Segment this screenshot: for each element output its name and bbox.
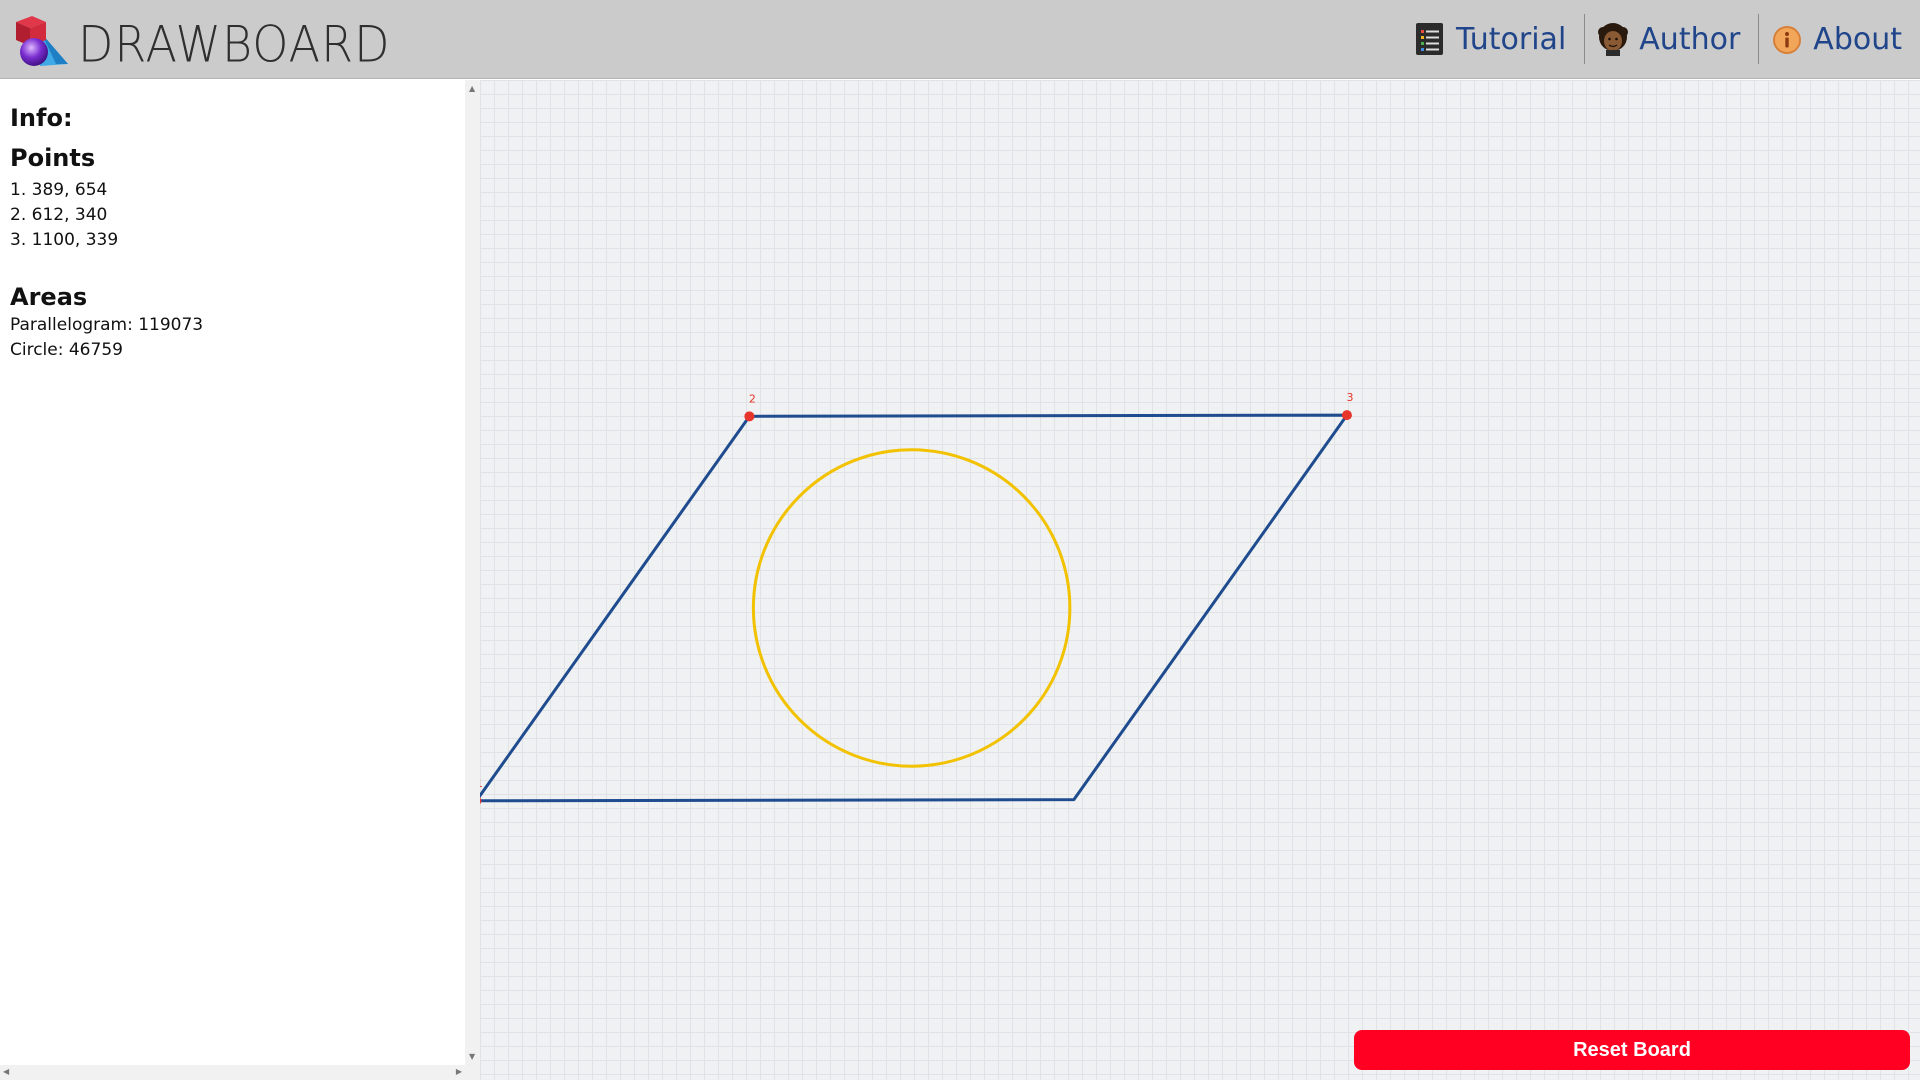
scrollbar-corner <box>465 1065 480 1080</box>
areas-heading: Areas <box>10 283 88 311</box>
info-heading: Info: <box>10 104 73 132</box>
drawboard-logo-icon <box>16 16 68 66</box>
sidebar-horizontal-scrollbar[interactable]: ◀ ▶ <box>0 1065 465 1080</box>
scroll-right-arrow-icon[interactable]: ▶ <box>456 1067 462 1076</box>
nav-author[interactable]: Author <box>1585 14 1758 64</box>
reset-board-button[interactable]: Reset Board <box>1354 1030 1910 1070</box>
tutorial-list-icon <box>1415 23 1443 55</box>
info-sidebar: Info: Points 1. 389, 654 2. 612, 340 3. … <box>0 80 465 1080</box>
nav-tutorial[interactable]: Tutorial <box>1402 14 1584 64</box>
app-header: DrawBoard Tutorial <box>0 0 1920 79</box>
point-number-label: 1 <box>480 777 483 790</box>
top-nav: Tutorial Author About <box>1402 0 1920 78</box>
parallelogram-shape <box>480 413 1349 803</box>
point-number-label: 2 <box>749 392 756 405</box>
info-icon <box>1773 26 1802 54</box>
drawing-board[interactable]: 1 2 3 <box>480 80 1920 1080</box>
circle-shape <box>751 448 1072 768</box>
app-brand-title: DrawBoard <box>78 15 391 74</box>
author-avatar-icon <box>1598 23 1629 56</box>
board-canvas[interactable]: 1 2 3 <box>480 80 1920 1080</box>
nav-about-label: About <box>1813 21 1902 57</box>
scroll-up-arrow-icon[interactable]: ▲ <box>469 84 475 93</box>
scroll-left-arrow-icon[interactable]: ◀ <box>3 1067 9 1076</box>
area-parallelogram: Parallelogram: 119073 <box>10 315 204 335</box>
point-list-item: 3. 1100, 339 <box>10 230 119 250</box>
point-list-item: 2. 612, 340 <box>10 205 108 225</box>
points-layer: 1 2 3 <box>480 391 1353 805</box>
area-circle: Circle: 46759 <box>10 340 123 360</box>
point-list-item: 1. 389, 654 <box>10 180 108 200</box>
points-heading: Points <box>10 144 96 172</box>
sidebar-vertical-scrollbar[interactable]: ▲ ▼ <box>465 80 480 1065</box>
point-marker[interactable] <box>1341 410 1352 421</box>
points-list: 1. 389, 654 2. 612, 340 3. 1100, 339 <box>10 178 455 253</box>
nav-about[interactable]: About <box>1759 14 1920 64</box>
nav-author-label: Author <box>1639 21 1741 57</box>
scroll-down-arrow-icon[interactable]: ▼ <box>469 1052 475 1061</box>
nav-tutorial-label: Tutorial <box>1455 21 1567 57</box>
point-number-label: 3 <box>1346 391 1353 404</box>
point-marker[interactable] <box>744 411 755 422</box>
